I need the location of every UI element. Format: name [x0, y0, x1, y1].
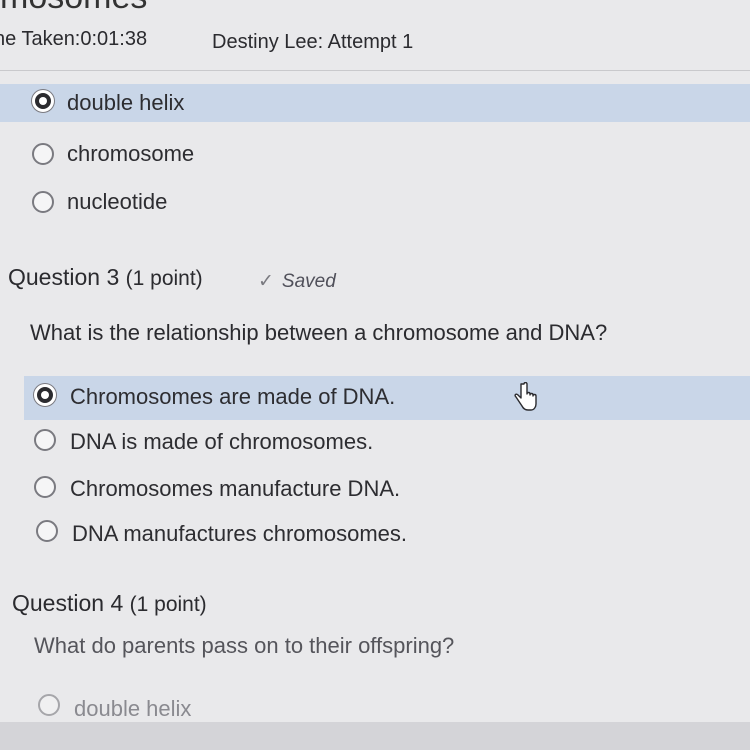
question-3-points: (1 point) — [125, 267, 203, 290]
q3-option-3[interactable]: Chromosomes manufacture DNA. — [24, 468, 750, 512]
q3-radio-3[interactable] — [34, 476, 56, 498]
question-4-points: (1 point) — [129, 593, 207, 616]
q3-option-label: DNA is made of chromosomes. — [70, 429, 374, 454]
q3-option-1[interactable]: Chromosomes are made of DNA. — [24, 376, 750, 420]
q3-option-label: DNA manufactures chromosomes. — [72, 521, 408, 546]
saved-label: Saved — [281, 271, 336, 292]
q4-option-label: double helix — [74, 696, 192, 721]
question-3-text: What is the relationship between a chrom… — [30, 320, 608, 345]
q2-radio-chromosome[interactable] — [32, 143, 54, 165]
q3-option-2[interactable]: DNA is made of chromosomes. — [24, 421, 750, 465]
q3-option-label: Chromosomes manufacture DNA. — [70, 476, 401, 501]
q2-option-nucleotide[interactable]: nucleotide — [0, 180, 750, 224]
question-4-title: Question 4 (1 point) — [12, 590, 207, 617]
q2-option-label: double helix — [67, 90, 185, 115]
q4-radio-1[interactable] — [38, 694, 60, 716]
q3-radio-1[interactable] — [34, 384, 56, 406]
q2-radio-nucleotide[interactable] — [32, 191, 54, 213]
q2-option-chromosome[interactable]: chromosome — [0, 132, 750, 176]
checkmark-icon: ✓ — [258, 271, 274, 292]
bottom-shade — [0, 722, 750, 750]
q3-option-4[interactable]: DNA manufactures chromosomes. — [24, 513, 750, 557]
quiz-header: ne Taken:0:01:38 Destiny Lee: Attempt 1 — [0, 0, 750, 71]
question-4-text: What do parents pass on to their offspri… — [34, 633, 455, 658]
q2-option-double-helix[interactable]: double helix — [0, 84, 750, 122]
saved-status: ✓ Saved — [258, 270, 336, 293]
q4-option-1[interactable]: double helix — [24, 688, 750, 722]
q3-option-label: Chromosomes are made of DNA. — [70, 384, 396, 409]
q3-radio-4[interactable] — [36, 520, 58, 542]
attempt-label: Destiny Lee: Attempt 1 — [212, 31, 414, 53]
question-3-label: Question 3 — [8, 264, 120, 290]
q2-radio-double-helix[interactable] — [32, 90, 54, 112]
question-4-label: Question 4 — [12, 590, 124, 616]
time-taken: ne Taken:0:01:38 — [0, 28, 148, 50]
q2-option-label: nucleotide — [67, 189, 168, 214]
hand-pointer-icon — [514, 382, 537, 411]
question-3-title: Question 3 (1 point) — [8, 264, 203, 291]
q2-option-label: chromosome — [67, 141, 195, 166]
q3-radio-2[interactable] — [34, 429, 56, 451]
